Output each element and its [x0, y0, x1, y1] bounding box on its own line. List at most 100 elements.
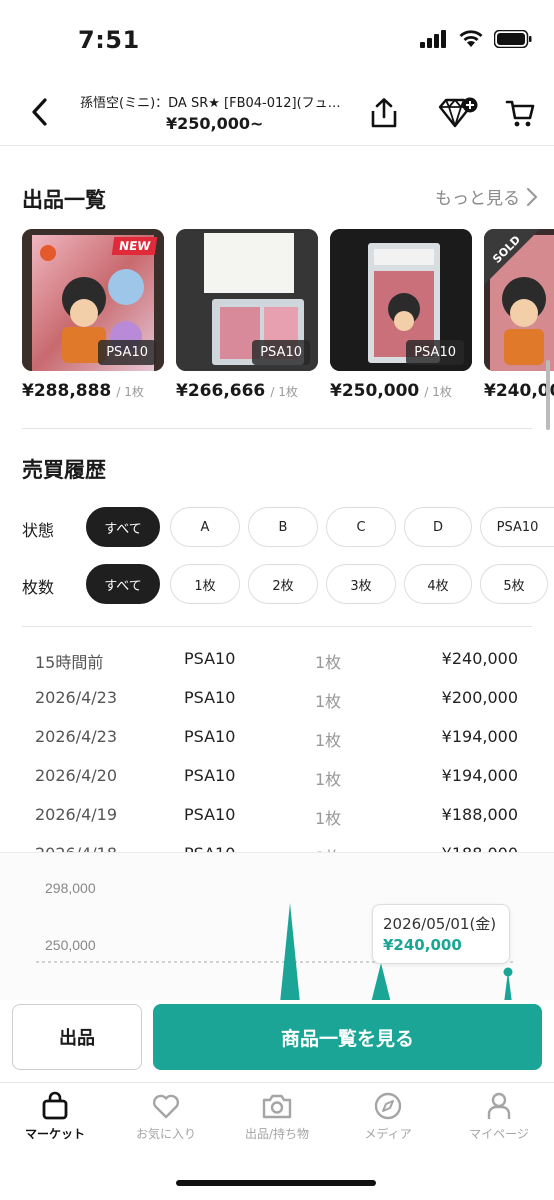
status-icons [420, 30, 532, 48]
table-row: 15時間前 PSA10 1枚 ¥240,000 [14, 639, 540, 678]
trade-price: ¥194,000 [441, 766, 518, 785]
tab-mypage[interactable]: マイページ [444, 1091, 554, 1142]
chart-focus-point [503, 967, 513, 977]
condition-filter-psa10[interactable]: PSA10 [480, 507, 554, 547]
tab-sell-inventory[interactable]: 出品/持ち物 [222, 1091, 332, 1142]
quantity-filter-3[interactable]: 3枚 [326, 564, 396, 604]
listing-thumbnail: SOLD [484, 229, 554, 371]
tab-label: お気に入り [135, 1127, 196, 1141]
tab-media[interactable]: メディア [333, 1091, 443, 1142]
tooltip-price: ¥240,000 [383, 936, 462, 954]
wishlist-diamond-button[interactable] [436, 96, 480, 130]
trade-date: 2026/4/20 [35, 766, 118, 785]
condition-filter-d[interactable]: D [404, 507, 472, 547]
trade-history-list[interactable]: 15時間前 PSA10 1枚 ¥240,000 2026/4/23 PSA10 … [14, 636, 540, 852]
tab-label: メディア [364, 1127, 412, 1141]
condition-filter-label: 状態 [22, 521, 55, 540]
shopping-bag-icon [42, 1091, 68, 1120]
listing-price: ¥250,000 [330, 381, 420, 401]
signal-icon [420, 30, 446, 48]
chart-peak [371, 963, 391, 1002]
trade-count: 1枚 [315, 731, 342, 750]
y-tick-label: 298,000 [45, 880, 96, 896]
quantity-filter-all[interactable]: すべて [86, 564, 160, 604]
table-row: 2026/4/23 PSA10 1枚 ¥194,000 [14, 717, 540, 756]
trade-count: 1枚 [315, 653, 342, 672]
trade-date: 2026/4/18 [35, 844, 117, 852]
home-indicator [176, 1180, 376, 1186]
trade-date: 2026/4/23 [35, 688, 118, 707]
listing-thumbnail: PSA10 [176, 229, 318, 371]
person-icon [487, 1092, 511, 1119]
tooltip-date: 2026/05/01(金) [383, 915, 497, 933]
share-button[interactable] [367, 96, 401, 130]
condition-filter-a[interactable]: A [170, 507, 240, 547]
grade-badge: PSA10 [406, 340, 464, 365]
listing-card[interactable]: PSA10 ¥266,666 / 1枚 [176, 229, 318, 401]
y-tick-label: 250,000 [45, 937, 96, 953]
listing-price: ¥240,000 [484, 381, 554, 401]
listing-card[interactable]: SOLD ¥240,000 [484, 229, 554, 401]
quantity-filter-1[interactable]: 1枚 [170, 564, 240, 604]
wifi-icon [459, 30, 483, 47]
trade-count: 1枚 [315, 809, 342, 828]
trade-date: 15時間前 [35, 653, 104, 672]
see-more-link[interactable]: もっと見る [435, 184, 538, 209]
view-listings-button[interactable]: 商品一覧を見る [153, 1004, 542, 1070]
battery-icon [494, 30, 532, 48]
scroll-indicator [546, 360, 550, 430]
quantity-filter-2[interactable]: 2枚 [248, 564, 318, 604]
listing-unit: / 1枚 [424, 385, 452, 399]
camera-icon [262, 1094, 292, 1119]
trade-price: ¥188,000 [441, 805, 518, 824]
trade-grade: PSA10 [184, 727, 236, 746]
diamond-plus-icon [438, 97, 478, 128]
condition-filter-c[interactable]: C [326, 507, 396, 547]
tab-label: マーケット [24, 1127, 85, 1141]
trade-price: ¥194,000 [441, 727, 518, 746]
trade-price: ¥240,000 [441, 649, 518, 668]
cart-icon [505, 100, 535, 127]
chart-tooltip: 2026/05/01(金) ¥240,000 [372, 904, 510, 964]
trade-grade: PSA10 [184, 805, 236, 824]
trade-price: ¥200,000 [441, 688, 518, 707]
cart-button[interactable] [503, 96, 537, 130]
quantity-filter-4[interactable]: 4枚 [404, 564, 472, 604]
quantity-filter-label: 枚数 [22, 578, 55, 597]
table-row: 2026/4/23 PSA10 1枚 ¥200,000 [14, 678, 540, 717]
listing-price: ¥288,888 [22, 381, 112, 401]
grade-badge: PSA10 [98, 340, 156, 365]
new-badge: NEW [111, 237, 158, 255]
status-time: 7:51 [78, 26, 140, 54]
trade-grade: PSA10 [184, 688, 236, 707]
tab-market[interactable]: マーケット [0, 1091, 110, 1142]
sell-button[interactable]: 出品 [12, 1004, 142, 1070]
trade-price: ¥188,000 [442, 844, 518, 852]
table-row: 2026/4/19 PSA10 1枚 ¥188,000 [14, 795, 540, 834]
compass-icon [374, 1092, 402, 1120]
bottom-action-bar: 出品 商品一覧を見る [0, 1000, 554, 1082]
table-row: 2026/4/18 PSA10 1枚 ¥188,000 [14, 834, 540, 852]
product-title: 孫悟空(ミニ)：DA SR★ [FB04-012](フュ… [80, 96, 341, 111]
condition-filter-all[interactable]: すべて [86, 507, 160, 547]
quantity-filter-5[interactable]: 5枚 [480, 564, 548, 604]
chevron-right-icon [526, 187, 538, 206]
listing-card[interactable]: NEW PSA10 ¥288,888 / 1枚 [22, 229, 164, 401]
listing-card[interactable]: PSA10 ¥250,000 / 1枚 [330, 229, 472, 401]
trade-date: 2026/4/23 [35, 727, 118, 746]
trade-grade: PSA10 [184, 649, 236, 668]
chart-peak [280, 903, 300, 1002]
trade-date: 2026/4/19 [35, 805, 118, 824]
tab-label: マイページ [469, 1127, 529, 1141]
condition-filter-b[interactable]: B [248, 507, 318, 547]
section-divider [22, 626, 532, 627]
grade-badge: PSA10 [252, 340, 310, 365]
tab-favorites[interactable]: お気に入り [111, 1091, 221, 1142]
listings-section-title: 出品一覧 [22, 188, 106, 212]
listing-price: ¥266,666 [176, 381, 266, 401]
listing-unit: / 1枚 [270, 385, 298, 399]
trade-grade: PSA10 [184, 844, 235, 852]
card-image [484, 229, 554, 371]
back-button[interactable] [22, 94, 58, 130]
chevron-left-icon [32, 98, 47, 126]
